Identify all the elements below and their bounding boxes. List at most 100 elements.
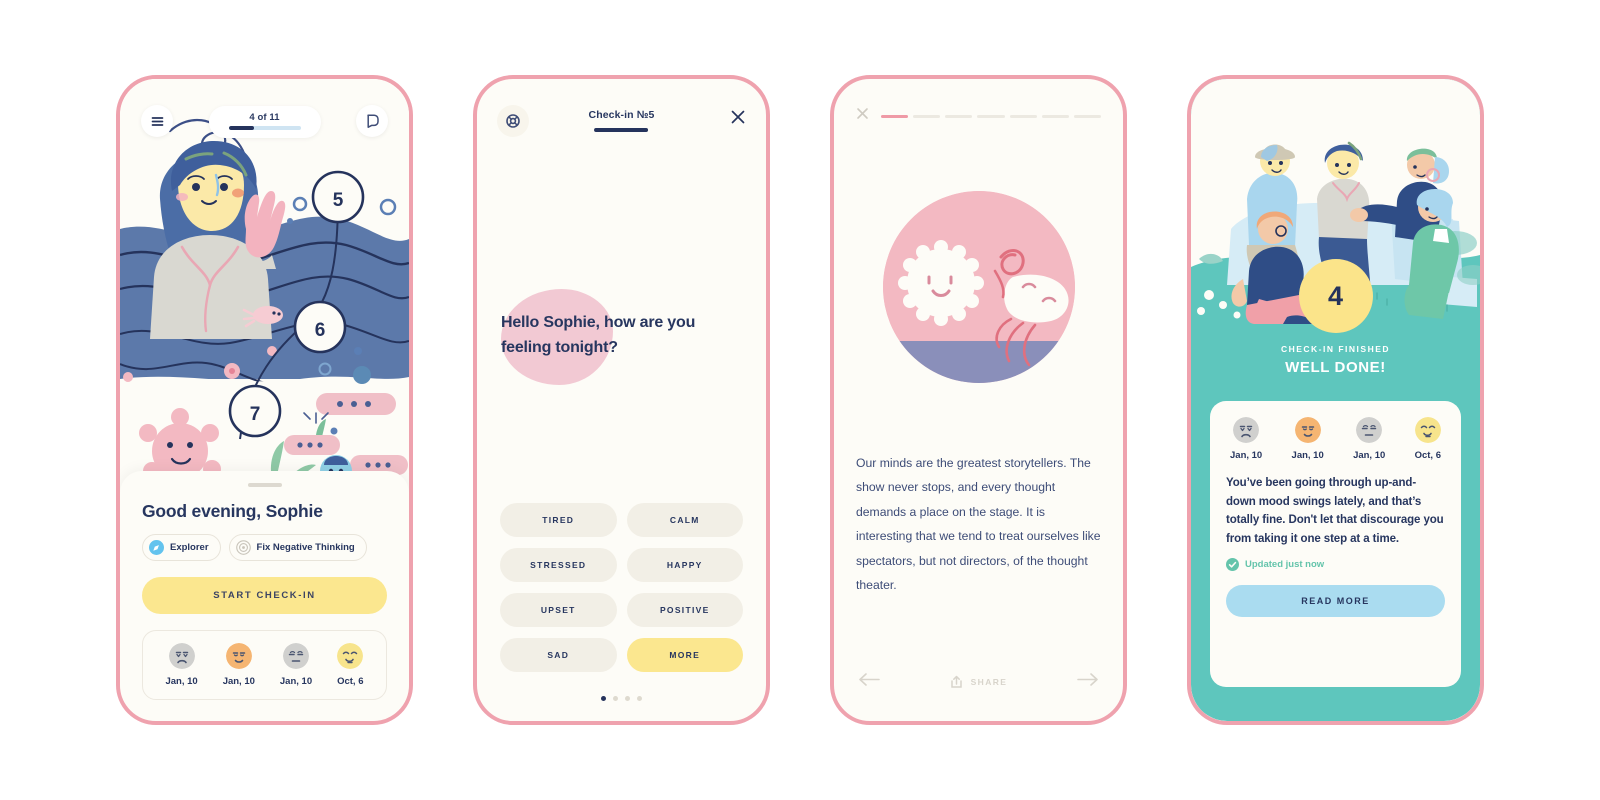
- read-more-button[interactable]: READ MORE: [1226, 584, 1445, 617]
- done-kicker: CHECK-IN FINISHED: [1280, 344, 1391, 354]
- sheet-grabber[interactable]: [247, 483, 282, 487]
- updated-label: Updated just now: [1245, 558, 1325, 570]
- svg-text:6: 6: [315, 320, 326, 341]
- phone-home: 5 6 7 4 of 11 Good evening, Sophie Explo…: [116, 75, 413, 725]
- help-button[interactable]: [497, 105, 529, 137]
- mood-option-positive[interactable]: POSITIVE: [626, 593, 743, 627]
- arrow-right-icon: [1077, 673, 1098, 686]
- story-body-text: Our minds are the greatest storytellers.…: [856, 456, 1101, 593]
- lifebuoy-icon: [506, 114, 520, 128]
- mood-history-date: Oct, 6: [1414, 450, 1441, 461]
- mood-option-sad[interactable]: SAD: [500, 638, 617, 672]
- mood-history-item[interactable]: Oct, 6: [337, 643, 364, 687]
- close-button[interactable]: [856, 107, 869, 125]
- pagination-dot[interactable]: [613, 696, 618, 701]
- mood-history-date: Jan, 10: [222, 676, 255, 687]
- chat-button[interactable]: [356, 105, 388, 137]
- story-topbar: [856, 107, 1101, 125]
- pagination-dots[interactable]: [477, 696, 766, 701]
- chip-fix-negative-thinking-label: Fix Negative Thinking: [256, 542, 355, 553]
- mood-history-date: Jan, 10: [165, 676, 198, 687]
- checkin-count-badge: 4: [1298, 259, 1373, 333]
- start-checkin-button[interactable]: START CHECK-IN: [142, 577, 387, 614]
- previous-button[interactable]: [858, 673, 880, 691]
- target-icon: [235, 540, 251, 555]
- close-button[interactable]: [730, 109, 746, 130]
- mood-history-date: Jan, 10: [1353, 450, 1386, 461]
- checkin-title: Check-in №5: [588, 109, 655, 121]
- mood-option-upset[interactable]: UPSET: [500, 593, 617, 627]
- close-icon: [857, 108, 868, 119]
- next-button[interactable]: [1077, 673, 1099, 691]
- summary-card: Jan, 10 Jan, 10 Jan, 10 Oct, 6 You’ve be…: [1210, 401, 1461, 687]
- mood-history-item[interactable]: Jan, 10: [280, 643, 312, 687]
- mood-option-stressed[interactable]: STRESSED: [500, 548, 617, 582]
- mood-history-item[interactable]: Jan, 10: [1230, 417, 1262, 461]
- mood-history-date: Oct, 6: [337, 676, 364, 687]
- journey-progress-bar: [228, 126, 301, 130]
- face-neutral-icon: [1356, 417, 1383, 443]
- story-illustration: [882, 191, 1075, 383]
- greeting-title: Good evening, Sophie: [142, 501, 323, 521]
- face-happy-icon: [337, 643, 364, 669]
- face-neutral-icon: [283, 643, 309, 669]
- mood-history-date: Jan, 10: [1291, 450, 1324, 461]
- mood-history-item[interactable]: Jan, 10: [223, 643, 255, 687]
- face-content-icon: [225, 643, 252, 669]
- story-progress-segment: [1041, 114, 1069, 118]
- chip-fix-negative-thinking[interactable]: Fix Negative Thinking: [228, 534, 367, 561]
- mood-history-date: Jan, 10: [279, 676, 313, 687]
- story-progress-segment: [913, 114, 941, 118]
- story-progress-segment: [1073, 114, 1101, 118]
- mood-option-calm[interactable]: CALM: [626, 503, 743, 537]
- share-label: SHARE: [970, 677, 1008, 687]
- speech-bubble-icon: [367, 114, 379, 128]
- close-icon: [731, 110, 745, 124]
- face-sad-icon: [168, 643, 195, 669]
- home-illustration-svg: 5 6 7: [120, 79, 409, 499]
- question-block: Hello Sophie, how are you feeling tonigh…: [501, 289, 744, 385]
- mood-option-tired[interactable]: TIRED: [500, 503, 617, 537]
- done-title: WELL DONE!: [1285, 359, 1386, 376]
- check-circle-icon: [1226, 557, 1239, 571]
- chip-explorer[interactable]: Explorer: [142, 534, 221, 561]
- question-text: Hello Sophie, how are you feeling tonigh…: [501, 314, 696, 356]
- screenshot-stage: 5 6 7 4 of 11 Good evening, Sophie Explo…: [0, 0, 1600, 800]
- checkin-header: Check-in №5: [589, 109, 655, 132]
- share-button[interactable]: SHARE: [950, 675, 1008, 689]
- mood-option-grid: TIRED CALM STRESSED HAPPY UPSET POSITIVE SAD MO…: [500, 503, 743, 672]
- share-upload-icon: [950, 675, 962, 688]
- phone-done: 4 CHECK-IN FINISHED WELL DONE! Jan, 10 J…: [1187, 75, 1484, 725]
- mood-history-item[interactable]: Jan, 10: [1292, 417, 1324, 461]
- pagination-dot[interactable]: [637, 696, 642, 701]
- mood-history-item[interactable]: Jan, 10: [165, 643, 198, 687]
- mood-history-item[interactable]: Jan, 10: [1353, 417, 1385, 461]
- svg-text:7: 7: [250, 404, 261, 425]
- chip-explorer-label: Explorer: [170, 542, 209, 553]
- story-progress-segments: [881, 114, 1101, 118]
- done-screen: 4 CHECK-IN FINISHED WELL DONE! Jan, 10 J…: [1191, 79, 1480, 721]
- face-sad-icon: [1233, 417, 1260, 443]
- summary-body-text: You’ve been going through up-and-down mo…: [1226, 477, 1444, 545]
- updated-status: Updated just now: [1226, 557, 1445, 571]
- mood-history-date: Jan, 10: [1230, 450, 1263, 461]
- compass-icon: [149, 540, 164, 555]
- phone-story: Our minds are the greatest storytellers.…: [830, 75, 1127, 725]
- mood-option-happy[interactable]: HAPPY: [626, 548, 743, 582]
- mood-history-item[interactable]: Oct, 6: [1415, 417, 1441, 461]
- story-progress-segment: [945, 114, 973, 118]
- mood-option-more[interactable]: MORE: [626, 638, 743, 672]
- home-screen: 5 6 7 4 of 11 Good evening, Sophie Explo…: [120, 79, 409, 721]
- story-progress-segment: [1009, 114, 1037, 118]
- story-progress-segment: [977, 114, 1005, 118]
- journey-progress[interactable]: 4 of 11: [208, 106, 321, 138]
- pagination-dot[interactable]: [601, 696, 606, 701]
- story-screen: Our minds are the greatest storytellers.…: [834, 79, 1123, 721]
- checkin-title-underline: [594, 128, 649, 132]
- story-progress-segment: [881, 114, 909, 118]
- pagination-dot[interactable]: [625, 696, 630, 701]
- summary-mood-history: Jan, 10 Jan, 10 Jan, 10 Oct, 6: [1226, 417, 1445, 461]
- tag-chip-list: Explorer Fix Negative Thinking: [142, 534, 387, 561]
- story-footer: SHARE: [858, 673, 1099, 691]
- menu-button[interactable]: [141, 105, 173, 137]
